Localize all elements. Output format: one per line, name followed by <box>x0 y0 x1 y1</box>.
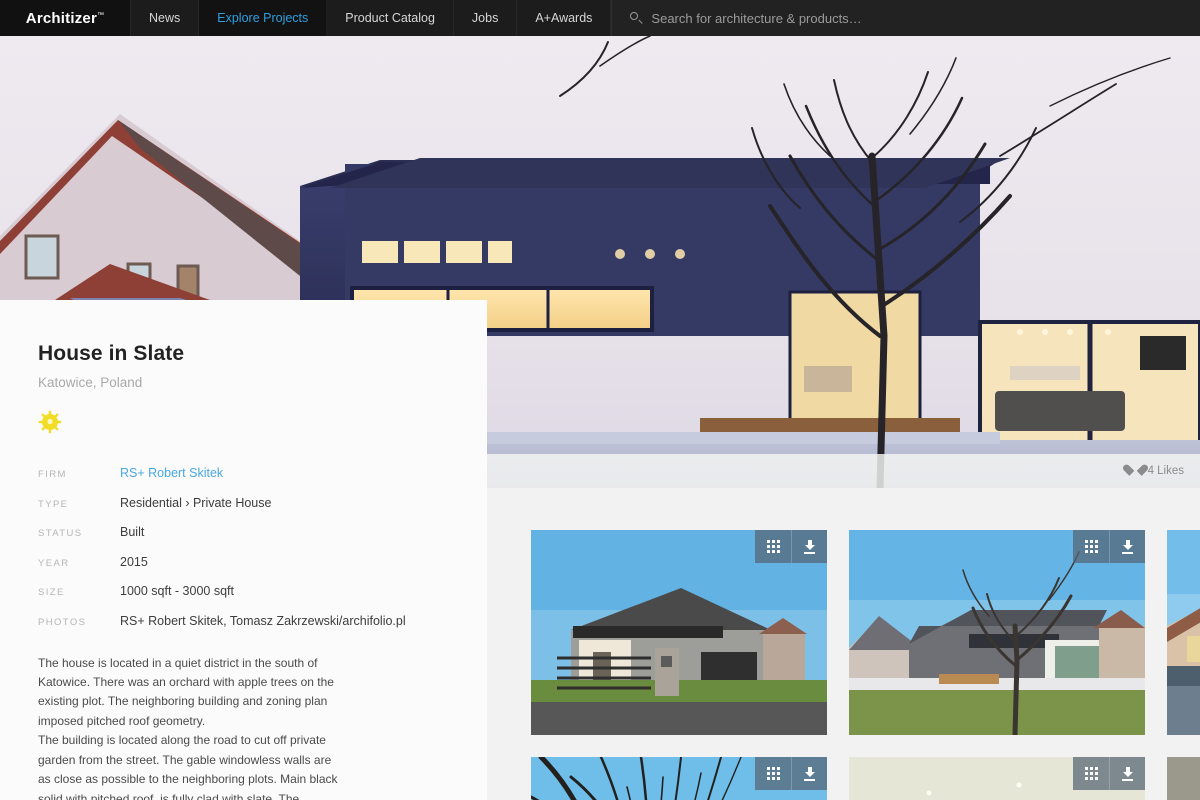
description-paragraph: The building is located along the road t… <box>38 733 338 800</box>
thumb-interior-ceiling[interactable] <box>849 757 1145 800</box>
page-root: Architizer™ News Explore Projects Produc… <box>0 0 1200 800</box>
likes-count: 4 Likes <box>1147 465 1184 477</box>
download-icon[interactable] <box>791 757 827 790</box>
thumbnail-actions <box>755 530 827 563</box>
table-row: Status Built <box>38 525 447 539</box>
thumb-tree-sky[interactable] <box>531 757 827 800</box>
nav-item-explore-projects[interactable]: Explore Projects <box>199 0 328 36</box>
nav-item-news[interactable]: News <box>130 0 200 36</box>
grid-icon[interactable] <box>1073 530 1109 563</box>
project-info-panel: House in Slate Katowice, Poland FIRM RS+… <box>0 300 487 800</box>
thumb-street-facade[interactable] <box>531 530 827 735</box>
table-row: Type Residential › Private House <box>38 496 447 510</box>
thumbnail-actions <box>1073 757 1145 790</box>
thumbnail-actions <box>1073 530 1145 563</box>
grid-icon[interactable] <box>755 530 791 563</box>
meta-value-photos: RS+ Robert Skitek, Tomasz Zakrzewski/arc… <box>120 613 406 628</box>
table-row: Year 2015 <box>38 555 447 569</box>
search-icon <box>630 12 643 24</box>
search-bar[interactable]: Search for architecture & products… <box>611 0 1200 36</box>
table-row: Size 1000 sqft - 3000 sqft <box>38 584 447 598</box>
logo-wordmark: Architizer <box>25 9 97 27</box>
meta-label-type: Type <box>38 498 69 510</box>
meta-value-year: 2015 <box>120 554 148 569</box>
nav-label: Product Catalog <box>345 11 435 25</box>
download-icon[interactable] <box>1109 757 1145 790</box>
project-metadata-table: Firm RS+ Robert Skitek Type Residential … <box>38 466 447 628</box>
thumb-garden-elevation[interactable] <box>849 530 1145 735</box>
project-photo-gallery <box>487 488 1200 800</box>
trademark-symbol: ™ <box>96 11 105 19</box>
likes-bar: 4 Likes <box>487 454 1200 488</box>
meta-value-firm[interactable]: RS+ Robert Skitek <box>120 466 223 480</box>
table-row: Firm RS+ Robert Skitek <box>38 466 447 480</box>
nav-label: A+Awards <box>535 11 593 25</box>
nav-item-a-plus-awards[interactable]: A+Awards <box>517 0 612 36</box>
logo-text: Architizer™ <box>26 10 104 27</box>
meta-value-size: 1000 sqft - 3000 sqft <box>120 584 234 598</box>
meta-label-photos: Photos <box>38 616 87 628</box>
top-navigation-bar: Architizer™ News Explore Projects Produc… <box>0 0 1200 36</box>
nav-label: News <box>149 11 181 25</box>
gallery-grid <box>531 530 1200 800</box>
thumb-side-view[interactable] <box>1167 530 1200 735</box>
thumb-interior-detail[interactable] <box>1167 757 1200 800</box>
table-row: Photos RS+ Robert Skitek, Tomasz Zakrzew… <box>38 614 447 628</box>
meta-value-type: Residential › Private House <box>120 495 272 510</box>
download-icon[interactable] <box>791 530 827 563</box>
nav-label: Explore Projects <box>217 11 309 25</box>
meta-label-year: Year <box>38 557 70 569</box>
nav-label: Jobs <box>471 11 499 25</box>
nav-item-product-catalog[interactable]: Product Catalog <box>327 0 454 36</box>
grid-icon[interactable] <box>755 757 791 790</box>
thumbnail-image <box>1167 757 1200 800</box>
award-starburst-icon[interactable] <box>38 410 62 434</box>
thumbnail-actions <box>755 757 827 790</box>
nav-item-jobs[interactable]: Jobs <box>454 0 518 36</box>
meta-label-status: Status <box>38 528 83 539</box>
heart-icon[interactable] <box>1129 465 1142 477</box>
project-location: Katowice, Poland <box>38 375 143 390</box>
project-description: The house is located in a quiet district… <box>38 654 343 800</box>
meta-label-firm: Firm <box>38 469 67 480</box>
meta-value-status: Built <box>120 525 145 539</box>
search-input[interactable]: Search for architecture & products… <box>651 11 861 26</box>
download-icon[interactable] <box>1109 530 1145 563</box>
meta-label-size: Size <box>38 587 65 598</box>
site-logo[interactable]: Architizer™ <box>0 0 130 36</box>
thumbnail-image <box>1167 530 1200 735</box>
page-title: House in Slate <box>38 342 185 365</box>
grid-icon[interactable] <box>1073 757 1109 790</box>
description-paragraph: The house is located in a quiet district… <box>38 655 334 728</box>
